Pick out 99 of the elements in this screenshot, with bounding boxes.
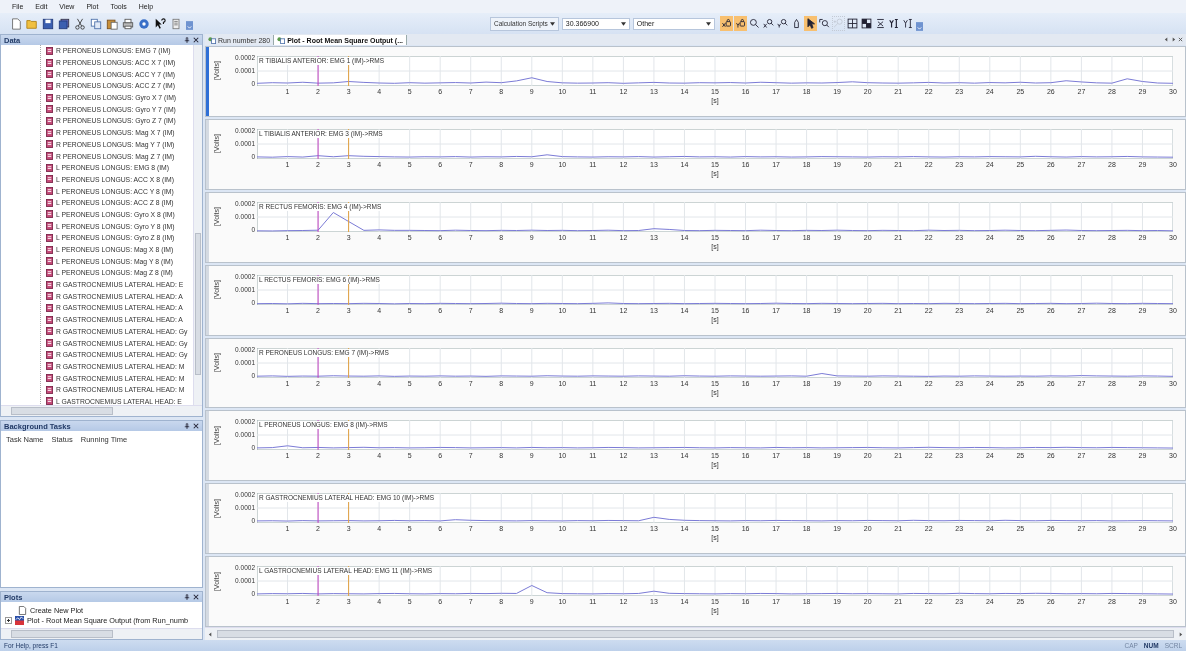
scroll-right-icon[interactable] xyxy=(1178,631,1183,637)
channel-icon xyxy=(46,163,53,172)
channel-icon xyxy=(46,187,53,196)
channel-icon xyxy=(46,116,53,125)
print-icon[interactable] xyxy=(122,17,134,30)
channel-icon xyxy=(46,198,53,207)
pin-icon[interactable] xyxy=(184,423,190,429)
channel-icon xyxy=(46,128,53,137)
plot-document-icon xyxy=(208,36,216,44)
close-icon[interactable] xyxy=(193,37,199,43)
channel-icon xyxy=(46,93,53,102)
y-scale-icon xyxy=(902,18,914,29)
cursor-line[interactable] xyxy=(317,347,319,378)
channel-icon xyxy=(46,280,53,289)
help-icon[interactable] xyxy=(138,17,150,30)
channel-icon xyxy=(46,233,53,242)
scrollbar[interactable] xyxy=(1,405,202,416)
channel-icon xyxy=(46,140,53,149)
close-icon[interactable] xyxy=(1178,37,1183,42)
channel-icon xyxy=(46,222,53,231)
copy-icon[interactable] xyxy=(90,17,102,30)
scroll-thumb[interactable] xyxy=(195,233,201,375)
zoom-icon xyxy=(748,18,760,29)
scroll-thumb[interactable] xyxy=(217,630,1174,638)
channel-icon xyxy=(46,81,53,90)
channel-icon xyxy=(46,397,53,405)
pin-icon[interactable] xyxy=(184,594,190,600)
scroll-left-icon[interactable] xyxy=(208,631,213,637)
cursor-line[interactable] xyxy=(348,274,350,305)
channel-icon xyxy=(46,385,53,394)
scrollbar[interactable] xyxy=(205,627,1186,640)
y-scale-button[interactable] xyxy=(901,16,915,31)
y-lock-button[interactable] xyxy=(733,16,747,31)
grid-fill-icon xyxy=(860,18,872,29)
new-file-icon[interactable] xyxy=(10,17,22,30)
channel-icon xyxy=(46,362,53,371)
context-help-icon[interactable] xyxy=(154,17,166,30)
channel-icon xyxy=(46,350,53,359)
channel-icon xyxy=(46,58,53,67)
plot-icon xyxy=(15,615,24,625)
pointer-icon xyxy=(804,18,816,29)
zoom-box-button[interactable] xyxy=(817,16,831,31)
channel-icon xyxy=(46,105,53,114)
save-all-icon[interactable] xyxy=(58,17,70,30)
x-lock-icon xyxy=(720,18,732,29)
channel-icon xyxy=(46,257,53,266)
channel-icon xyxy=(46,292,53,301)
scrollbar[interactable] xyxy=(193,45,202,405)
scroll-thumb[interactable] xyxy=(11,630,113,638)
channel-icon xyxy=(46,46,53,55)
cursor-line[interactable] xyxy=(348,347,350,378)
y-lock-icon xyxy=(734,18,746,29)
scroll-thumb[interactable] xyxy=(11,407,113,415)
channel-icon xyxy=(46,210,53,219)
close-icon[interactable] xyxy=(193,594,199,600)
channel-icon xyxy=(46,175,53,184)
caret-icon xyxy=(549,21,555,26)
overflow-icon[interactable] xyxy=(186,20,193,30)
zoom-button[interactable] xyxy=(747,16,761,31)
y-scale-icon xyxy=(888,18,900,29)
caret-icon xyxy=(705,21,711,26)
zoom-box-icon xyxy=(818,18,830,29)
cursor-line[interactable] xyxy=(317,201,319,232)
channel-icon xyxy=(46,152,53,161)
cursor-line[interactable] xyxy=(348,128,350,159)
pointer-button[interactable] xyxy=(803,16,817,31)
pin-icon[interactable] xyxy=(184,37,190,43)
x-zoom-button[interactable] xyxy=(761,16,775,31)
plot-document-icon xyxy=(277,36,286,44)
close-icon[interactable] xyxy=(193,423,199,429)
caret-icon xyxy=(620,21,626,26)
y-zoom-icon xyxy=(776,18,788,29)
channel-icon xyxy=(46,245,53,254)
cursor-line[interactable] xyxy=(317,128,319,159)
y-zoom-button[interactable] xyxy=(775,16,789,31)
grid-button[interactable] xyxy=(845,16,859,31)
expand-icon[interactable] xyxy=(5,616,12,624)
channel-icon xyxy=(46,70,53,79)
scroll-left-icon[interactable] xyxy=(1164,37,1169,42)
cut-icon[interactable] xyxy=(74,17,86,30)
channel-icon xyxy=(46,339,53,348)
channel-icon xyxy=(46,315,53,324)
scroll-right-icon[interactable] xyxy=(1171,37,1176,42)
x-lock-button[interactable] xyxy=(719,16,733,31)
grid-fill-button[interactable] xyxy=(859,16,873,31)
scrollbar[interactable] xyxy=(1,628,202,639)
grid-icon xyxy=(846,18,858,29)
save-icon[interactable] xyxy=(42,17,54,30)
channel-icon xyxy=(46,327,53,336)
paste-icon[interactable] xyxy=(106,17,118,30)
y-scale-button[interactable] xyxy=(887,16,901,31)
x-zoom-icon xyxy=(762,18,774,29)
cross-icon xyxy=(874,18,886,29)
cursor-line[interactable] xyxy=(317,274,319,305)
zoom-reset-icon xyxy=(832,18,844,29)
channel-icon xyxy=(46,268,53,277)
channel-icon xyxy=(46,374,53,383)
channel-icon xyxy=(46,303,53,312)
new-document-icon xyxy=(18,605,27,615)
